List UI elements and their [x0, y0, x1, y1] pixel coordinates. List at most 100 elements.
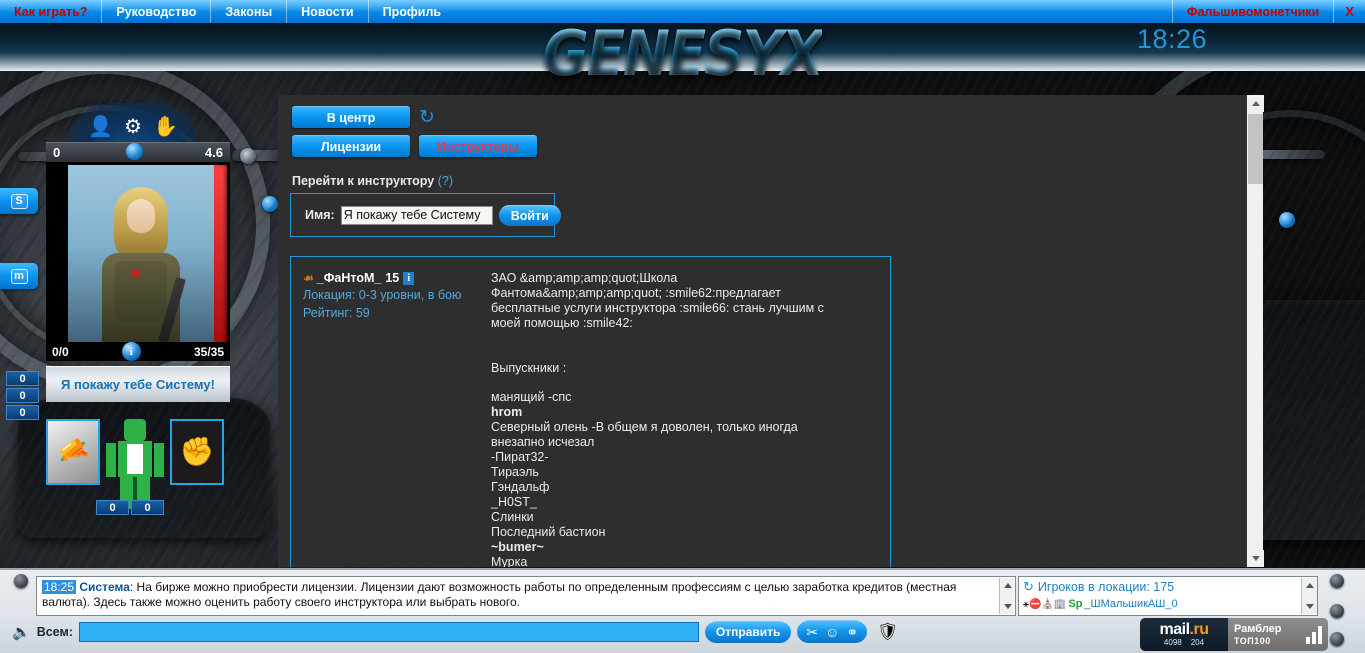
toolbar-row-2: Лицензии Инструкторы — [292, 135, 537, 157]
graduate-item: манящий -спс — [491, 390, 572, 404]
character-stats-row: 0/0 i 35/35 — [46, 342, 230, 361]
graduate-item: Северный олень -В общем я доволен, тольк… — [491, 420, 798, 434]
shield-icon[interactable]: 🛡 — [877, 622, 899, 642]
instructors-button[interactable]: Инструкторы — [419, 135, 537, 157]
chat-timestamp: 18:25 — [42, 580, 77, 594]
side-button-m[interactable]: m — [0, 263, 38, 289]
to-center-button[interactable]: В центр — [292, 106, 410, 128]
chat-input[interactable] — [78, 621, 699, 642]
description-line: моей помощью :smile42: — [491, 316, 633, 330]
slider-min-value: 0 — [53, 144, 61, 160]
description-line: Фантома&amp;amp;amp;quot; :smile62:предл… — [491, 286, 781, 300]
nav-item-guide[interactable]: Руководство — [102, 0, 212, 23]
instructor-description: ЗАО &amp;amp;amp;quot;Школа Фантома&amp;a… — [491, 271, 878, 331]
toolbar-row-1: В центр ↻ — [292, 106, 435, 128]
instructor-details: ЗАО &amp;amp;amp;quot;Школа Фантома&amp;a… — [491, 271, 890, 567]
scissors-icon[interactable]: ✂ — [806, 625, 818, 639]
branch-icon: ☙ — [303, 271, 314, 285]
body-figure[interactable] — [100, 419, 170, 509]
instructor-card: ☙ _ФаНтоМ_ 15 i Локация: 0-3 уровни, в б… — [290, 256, 891, 567]
scrollbar-thumb[interactable] — [1248, 114, 1263, 184]
slider-max-value: 4.6 — [204, 144, 223, 160]
graduate-item: Тираэль — [491, 465, 539, 479]
send-button[interactable]: Отправить — [704, 620, 792, 643]
chat-sender: Система — [79, 580, 130, 594]
chat-scroll-up-icon[interactable] — [1004, 583, 1012, 588]
gears-icon[interactable]: ⚙ — [124, 117, 142, 137]
info-icon[interactable]: i — [403, 271, 415, 285]
link-icon[interactable]: ⚭ — [846, 625, 858, 639]
player-prefix: Sp — [1068, 598, 1083, 610]
player-name[interactable]: _ШМальшикАШ_0 — [1084, 598, 1177, 610]
graduate-item: Гэндальф — [491, 480, 550, 494]
content-scrollbar[interactable] — [1246, 95, 1264, 567]
side-button-s[interactable]: S — [0, 188, 38, 214]
mini-stats-column: 0 0 0 — [6, 371, 39, 422]
players-scrollbar[interactable] — [1301, 578, 1317, 614]
chat-log[interactable]: 18:25 Система: На бирже можно приобрести… — [36, 576, 1016, 616]
players-panel[interactable]: ↻ Игроков в локации: 175 ⚹⛔⛪🏢 Sp _ШМальш… — [1018, 576, 1318, 616]
person-icon[interactable]: 👤 — [88, 117, 113, 137]
mini-stat-1[interactable]: 0 — [6, 371, 39, 386]
scroll-down-icon[interactable] — [1247, 550, 1264, 567]
mailru-counter[interactable]: mail.ru 4098 204 — [1140, 618, 1228, 651]
chat-scroll-down-icon[interactable] — [1004, 604, 1012, 609]
instructor-name-input[interactable] — [340, 205, 493, 225]
enter-button[interactable]: Войти — [498, 204, 561, 226]
rambler-sub: ТОП100 — [1234, 635, 1271, 646]
refresh-icon[interactable]: ↻ — [419, 108, 435, 127]
chat-log-scrollbar[interactable] — [999, 578, 1014, 614]
help-icon[interactable]: (?) — [438, 174, 453, 188]
nav-item-how-to-play[interactable]: Как играть? — [0, 0, 103, 23]
nav-item-profile[interactable]: Профиль — [369, 0, 456, 23]
side-button-s-label: S — [10, 193, 28, 209]
graduates-title: Выпускники : — [491, 361, 567, 375]
players-refresh-icon[interactable]: ↻ — [1023, 579, 1034, 595]
nav-item-laws[interactable]: Законы — [211, 0, 288, 23]
bottom-stat-1[interactable]: 0 — [96, 500, 129, 515]
list-item[interactable]: ⚹⛔⛪🏢 Sp _ШМальшикАШ_0 — [1023, 598, 1313, 610]
instructor-location: Локация: 0-3 уровни, в бою — [303, 288, 462, 302]
avatar[interactable] — [68, 165, 214, 346]
nav-item-news[interactable]: Новости — [287, 0, 369, 23]
decor-nub-2 — [240, 148, 256, 164]
avatar-frame — [46, 162, 230, 346]
players-scroll-down-icon[interactable] — [1306, 604, 1314, 609]
smiley-icon[interactable]: ☺ — [825, 625, 839, 639]
decor-nub-blue-2 — [1279, 212, 1295, 228]
goto-instructor-form: Имя: Войти — [290, 193, 561, 237]
licenses-button[interactable]: Лицензии — [292, 135, 410, 157]
graduate-item: -Пират32- — [491, 450, 549, 464]
slider-handle[interactable] — [126, 143, 143, 160]
globe-icon[interactable]: i — [121, 342, 141, 361]
nav-item-counterfeiters[interactable]: Фальшивомонетчики — [1171, 0, 1333, 23]
speaker-icon[interactable]: 🔈 — [12, 623, 31, 641]
chat-bar: 18:25 Система: На бирже можно приобрести… — [0, 568, 1365, 653]
rambler-name: Рамблер — [1234, 622, 1282, 635]
decor-knob-chat-4 — [1330, 632, 1344, 646]
graduate-item: _H0ST_ — [491, 495, 537, 509]
close-icon[interactable]: X — [1333, 0, 1365, 23]
chat-to-label: Всем: — [36, 624, 73, 639]
health-bar — [214, 165, 227, 346]
bottom-stat-2[interactable]: 0 — [131, 500, 164, 515]
instructor-rating: Рейтинг: 59 — [303, 306, 370, 320]
description-line: бесплатные услуги инструктора :smile66: … — [491, 301, 824, 315]
glove-icon[interactable]: ✋ — [153, 117, 178, 137]
instructor-name[interactable]: _ФаНтоМ_ — [317, 271, 382, 285]
mini-stat-3[interactable]: 0 — [6, 405, 39, 420]
fist-slot[interactable]: ✊ — [170, 419, 224, 485]
scroll-up-icon[interactable] — [1247, 95, 1264, 112]
players-scroll-up-icon[interactable] — [1306, 583, 1314, 588]
weapon-slot[interactable]: 🔫 — [46, 419, 100, 485]
mini-stat-2[interactable]: 0 — [6, 388, 39, 403]
players-count: Игроков в локации: 175 — [1037, 580, 1175, 594]
players-count-row: ↻ Игроков в локации: 175 — [1023, 579, 1313, 595]
mailru-right-count: 204 — [1190, 637, 1205, 647]
instructor-summary: ☙ _ФаНтоМ_ 15 i Локация: 0-3 уровни, в б… — [291, 271, 491, 567]
graduate-item: ~bumer~ — [491, 540, 544, 554]
bottom-stats-row: 0 0 — [96, 500, 164, 515]
rambler-counter[interactable]: Рамблер ТОП100 — [1228, 618, 1328, 651]
nav-right-group: Фальшивомонетчики X — [1171, 0, 1365, 23]
chat-message: : На бирже можно приобрести лицензии. Ли… — [42, 580, 957, 609]
